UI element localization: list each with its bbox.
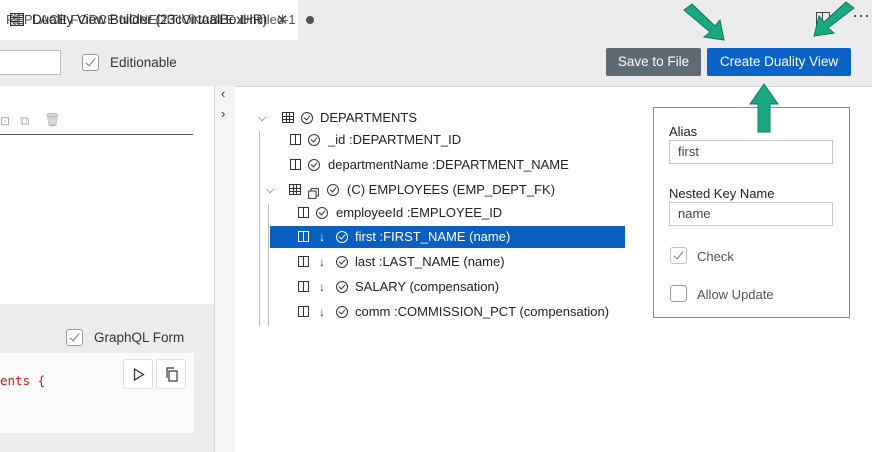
arrow-icon xyxy=(813,1,855,37)
check-circle-icon xyxy=(308,159,320,171)
column-icon xyxy=(290,134,301,145)
tree-node-label: last :LAST_NAME (name) xyxy=(355,254,505,269)
nested-key-input[interactable]: name xyxy=(669,202,833,226)
table-icon xyxy=(10,13,25,27)
column-icon xyxy=(298,207,309,218)
check-circle-icon xyxy=(327,184,339,196)
tree-node-comm[interactable]: ↓ comm :COMMISSION_PCT (compensation) xyxy=(270,301,625,323)
graphql-form-checkbox[interactable] xyxy=(66,329,83,346)
copy-icon xyxy=(166,367,178,382)
tree-node-label: departmentName :DEPARTMENT_NAME xyxy=(328,157,569,172)
arrow-icon xyxy=(749,83,779,133)
tree-node-label: DEPARTMENTS xyxy=(320,110,418,125)
nested-key-label: Nested Key Name xyxy=(669,186,775,201)
check-checkbox[interactable] xyxy=(670,247,687,264)
unsaved-dot-icon xyxy=(306,16,314,24)
column-icon xyxy=(298,231,309,242)
tree-node-first[interactable]: ↓ first :FIRST_NAME (name) xyxy=(270,226,625,248)
check-circle-icon xyxy=(336,306,348,318)
divider xyxy=(0,134,193,135)
duality-tree: ⌵ DEPARTMENTS _id :DEPARTMENT_ID departm… xyxy=(236,86,646,336)
check-label: Check xyxy=(697,249,734,264)
tree-node-label: SALARY (compensation) xyxy=(355,279,500,294)
column-icon xyxy=(298,256,309,267)
tree-node-department-name[interactable]: departmentName :DEPARTMENT_NAME xyxy=(256,154,596,176)
tree-node-label: _id :DEPARTMENT_ID xyxy=(328,132,462,147)
tree-node-label: comm :COMMISSION_PCT (compensation) xyxy=(355,304,610,319)
check-circle-icon xyxy=(336,231,348,243)
check-circle-icon xyxy=(308,134,320,146)
collapse-left-icon[interactable]: ‹ xyxy=(221,86,225,101)
allow-update-checkbox[interactable] xyxy=(670,285,687,302)
tree-node-departments[interactable]: ⌵ DEPARTMENTS xyxy=(256,107,536,129)
arrow-down-icon: ↓ xyxy=(319,305,325,319)
arrow-icon xyxy=(683,3,725,41)
play-icon xyxy=(133,368,145,381)
check-circle-icon xyxy=(336,256,348,268)
chevron-down-icon[interactable]: ⌵ xyxy=(266,179,274,201)
panel-gutter: ‹ › xyxy=(215,86,235,452)
check-circle-icon xyxy=(301,112,313,124)
tree-node-last[interactable]: ↓ last :LAST_NAME (name) xyxy=(270,251,625,273)
arrow-down-icon: ↓ xyxy=(319,255,325,269)
code-line: ents { xyxy=(0,373,46,388)
add-icon[interactable]: ⊡ xyxy=(0,114,10,128)
graphql-form-label: GraphQL Form xyxy=(94,330,185,345)
allow-update-label: Allow Update xyxy=(697,287,774,302)
trash-icon[interactable]: 🗑 xyxy=(44,112,61,128)
expand-right-icon[interactable]: › xyxy=(221,106,225,121)
tree-node-label: (C) EMPLOYEES (EMP_DEPT_FK) xyxy=(347,182,556,197)
check-circle-icon xyxy=(316,207,328,219)
editionable-checkbox[interactable] xyxy=(82,54,99,71)
arrow-down-icon: ↓ xyxy=(319,230,325,244)
copy-icon[interactable]: ⧉ xyxy=(20,113,29,129)
tab-duality-view-builder[interactable]: Duality View Builder (23cVirtualBoxHR) ✕ xyxy=(0,0,298,40)
tree-node-label: first :FIRST_NAME (name) xyxy=(355,229,511,244)
run-button[interactable] xyxy=(123,359,153,389)
column-icon xyxy=(298,281,309,292)
alias-input[interactable]: first xyxy=(669,140,833,164)
editionable-label: Editionable xyxy=(110,55,177,70)
tree-node-salary[interactable]: ↓ SALARY (compensation) xyxy=(270,276,625,298)
close-icon[interactable]: ✕ xyxy=(276,11,289,29)
column-icon xyxy=(290,159,301,170)
tree-node-label: employeeId :EMPLOYEE_ID xyxy=(336,205,503,220)
tree-node-id[interactable]: _id :DEPARTMENT_ID xyxy=(256,129,596,151)
annotation-arrows xyxy=(683,1,855,133)
table-icon xyxy=(282,112,294,123)
arrow-down-icon: ↓ xyxy=(319,280,325,294)
copy-button[interactable] xyxy=(156,359,186,389)
tab-label: Duality View Builder (23cVirtualBoxHR) xyxy=(32,12,268,27)
tree-node-employees[interactable]: ⌵ (C) EMPLOYEES (EMP_DEPT_FK) xyxy=(256,179,596,201)
check-circle-icon xyxy=(336,281,348,293)
column-icon xyxy=(298,306,309,317)
table-icon xyxy=(289,184,301,195)
graphql-code-editor[interactable]: ents { xyxy=(0,353,194,433)
nested-table-icon xyxy=(308,184,319,199)
chevron-down-icon[interactable]: ⌵ xyxy=(258,107,266,129)
name-input[interactable] xyxy=(0,50,61,75)
tree-node-employee-id[interactable]: employeeId :EMPLOYEE_ID xyxy=(256,202,596,224)
